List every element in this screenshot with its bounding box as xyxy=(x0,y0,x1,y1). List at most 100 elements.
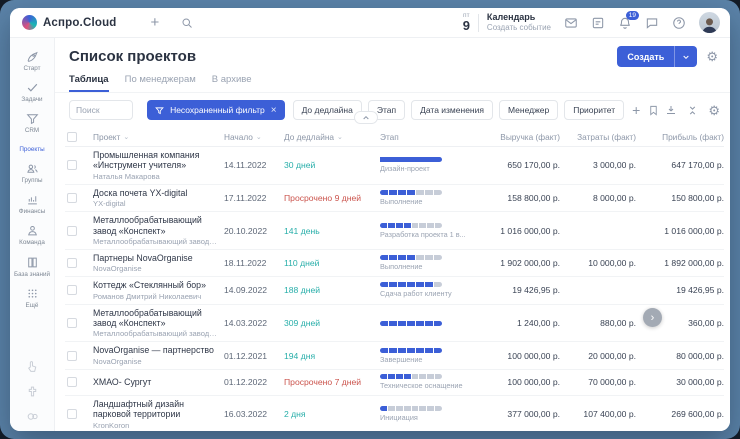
stage-segment xyxy=(388,374,395,379)
extra-app-icon[interactable] xyxy=(26,410,39,423)
sort-caret-icon[interactable]: ⌄ xyxy=(256,133,262,141)
project-title-link[interactable]: NovaOrganise — партнерство xyxy=(93,345,218,355)
search-field[interactable] xyxy=(69,100,133,120)
tasks-icon xyxy=(26,81,39,94)
table-row[interactable]: Промышленная компания «Инструмент учител… xyxy=(65,147,724,185)
table-row[interactable]: Партнеры NovaOrganiseNovaOrganise18.11.2… xyxy=(65,250,724,277)
project-title-link[interactable]: ХМАО- Сургут xyxy=(93,377,218,387)
row-checkbox[interactable] xyxy=(67,351,77,361)
remove-filter-icon[interactable]: × xyxy=(271,105,277,116)
filter-button[interactable]: Менеджер xyxy=(499,100,558,120)
export-download-icon[interactable] xyxy=(665,104,677,116)
bookmark-icon[interactable] xyxy=(648,105,659,116)
column-header[interactable]: Проект⌄ xyxy=(93,132,218,142)
revenue-fact: 100 000,00 р. xyxy=(478,377,560,387)
filter-button[interactable]: Приоритет xyxy=(564,100,624,120)
tab-в-архиве[interactable]: В архиве xyxy=(212,74,252,92)
scroll-right-button[interactable]: › xyxy=(643,308,662,327)
table-row[interactable]: Коттедж «Стеклянный бор»Романов Дмитрий … xyxy=(65,277,724,304)
profit-fact: 30 000,00 р. xyxy=(642,377,724,387)
logo-text: Аспро.Cloud xyxy=(43,17,117,29)
filter-button[interactable]: До дедлайна xyxy=(293,100,362,120)
row-checkbox[interactable] xyxy=(67,226,77,236)
calendar-widget[interactable]: пт 9 Календарь Создать событие xyxy=(463,12,551,33)
row-checkbox[interactable] xyxy=(67,258,77,268)
search-input[interactable] xyxy=(76,105,126,115)
mail-icon[interactable] xyxy=(564,16,578,30)
table-row[interactable]: NovaOrganise — партнерствоNovaOrganise01… xyxy=(65,342,724,369)
project-title-link[interactable]: Металлообрабатывающий завод «Конспект» xyxy=(93,308,218,329)
table-row[interactable]: ХМАО- Сургут01.12.2022Просрочено 7 днейТ… xyxy=(65,370,724,396)
notes-icon[interactable] xyxy=(591,16,605,30)
sort-caret-icon[interactable]: ⌄ xyxy=(337,133,343,141)
page-title: Список проектов xyxy=(69,48,196,65)
row-checkbox[interactable] xyxy=(67,318,77,328)
create-dropdown-caret[interactable] xyxy=(674,46,697,67)
sidebar-item-label: Проекты xyxy=(19,146,44,153)
project-title-link[interactable]: Доска почета YX-digital xyxy=(93,188,218,198)
project-title-link[interactable]: Металлообрабатывающий завод «Конспект» xyxy=(93,215,218,236)
notifications-bell-icon[interactable]: 19 xyxy=(618,16,632,30)
project-title-link[interactable]: Промышленная компания «Инструмент учител… xyxy=(93,150,218,171)
costs-fact: 10 000,00 р. xyxy=(566,258,636,268)
row-checkbox[interactable] xyxy=(67,160,77,170)
stage-segment xyxy=(434,255,442,260)
calendar-create-event[interactable]: Создать событие xyxy=(487,23,551,33)
tab-таблица[interactable]: Таблица xyxy=(69,74,109,92)
sort-caret-icon[interactable]: ⌄ xyxy=(123,133,129,141)
search-icon[interactable] xyxy=(181,17,193,29)
add-filter-button[interactable]: + xyxy=(630,103,642,117)
column-header[interactable]: Затраты (факт) xyxy=(566,132,636,142)
row-checkbox[interactable] xyxy=(67,285,77,295)
profit-fact: 1 892 000,00 р. xyxy=(642,258,724,268)
table-row[interactable]: Металлообрабатывающий завод «Конспект»Ме… xyxy=(65,305,724,343)
sidebar-item-crm[interactable]: CRM xyxy=(11,108,54,139)
user-avatar[interactable] xyxy=(699,12,720,33)
stage-cell: Сдача работ клиенту xyxy=(380,282,472,298)
row-checkbox[interactable] xyxy=(67,377,77,387)
project-cell: Коттедж «Стеклянный бор»Романов Дмитрий … xyxy=(93,280,218,300)
table-row[interactable]: Ландшафтный дизайн парковой территорииKr… xyxy=(65,396,724,431)
filter-button[interactable]: Дата изменения xyxy=(411,100,493,120)
row-checkbox[interactable] xyxy=(67,409,77,419)
active-filter-chip[interactable]: Несохраненный фильтр × xyxy=(147,100,285,120)
stage-segment xyxy=(416,321,424,326)
project-subtitle: KronKoron xyxy=(93,421,218,430)
page-settings-gear-icon[interactable]: ⚙ xyxy=(706,50,718,63)
column-header[interactable]: Начало⌄ xyxy=(224,132,278,142)
logo-icon xyxy=(22,15,37,30)
project-title-link[interactable]: Ландшафтный дизайн парковой территории xyxy=(93,399,218,420)
select-all-checkbox[interactable] xyxy=(67,132,77,142)
project-title-link[interactable]: Коттедж «Стеклянный бор» xyxy=(93,280,218,290)
app-logo[interactable]: Аспро.Cloud xyxy=(22,15,117,30)
sidebar-item-finance[interactable]: Финансы xyxy=(11,189,54,220)
chat-icon[interactable] xyxy=(645,16,659,30)
sidebar-item-start[interactable]: Старт xyxy=(11,46,54,77)
collapse-rows-icon[interactable] xyxy=(687,105,698,116)
sidebar-item-more-grid[interactable]: Ещё xyxy=(11,283,54,314)
sidebar-item-tasks[interactable]: Задачи xyxy=(11,77,54,108)
project-title-link[interactable]: Партнеры NovaOrganise xyxy=(93,253,218,263)
start-date: 14.03.2022 xyxy=(224,318,278,328)
column-header[interactable]: Прибыль (факт) xyxy=(642,132,724,142)
extra-app-icon[interactable] xyxy=(26,360,39,373)
column-header[interactable]: Этап xyxy=(380,132,472,142)
help-icon[interactable] xyxy=(672,16,686,30)
quick-add-button[interactable]: + xyxy=(151,15,160,30)
stage-segment xyxy=(389,282,397,287)
create-button[interactable]: Создать xyxy=(617,46,697,67)
extra-app-icon[interactable] xyxy=(26,385,39,398)
sidebar-item-projects[interactable]: Проекты xyxy=(11,140,54,158)
row-checkbox[interactable] xyxy=(67,193,77,203)
column-header[interactable]: Выручка (факт) xyxy=(478,132,560,142)
stage-segment xyxy=(396,406,403,411)
column-header[interactable]: До дедлайна⌄ xyxy=(284,132,374,142)
table-row[interactable]: Металлообрабатывающий завод «Конспект»Ме… xyxy=(65,212,724,250)
sidebar-item-knowledge-base[interactable]: База знаний xyxy=(11,252,54,283)
table-row[interactable]: Доска почета YX-digitalYX-digital17.11.2… xyxy=(65,185,724,212)
scroll-to-top-button[interactable] xyxy=(354,111,378,124)
table-settings-gear-icon[interactable]: ⚙ xyxy=(708,104,720,117)
sidebar-item-groups[interactable]: Группы xyxy=(11,158,54,189)
sidebar-item-team[interactable]: Команда xyxy=(11,220,54,251)
tab-по-менеджерам[interactable]: По менеджерам xyxy=(125,74,196,92)
